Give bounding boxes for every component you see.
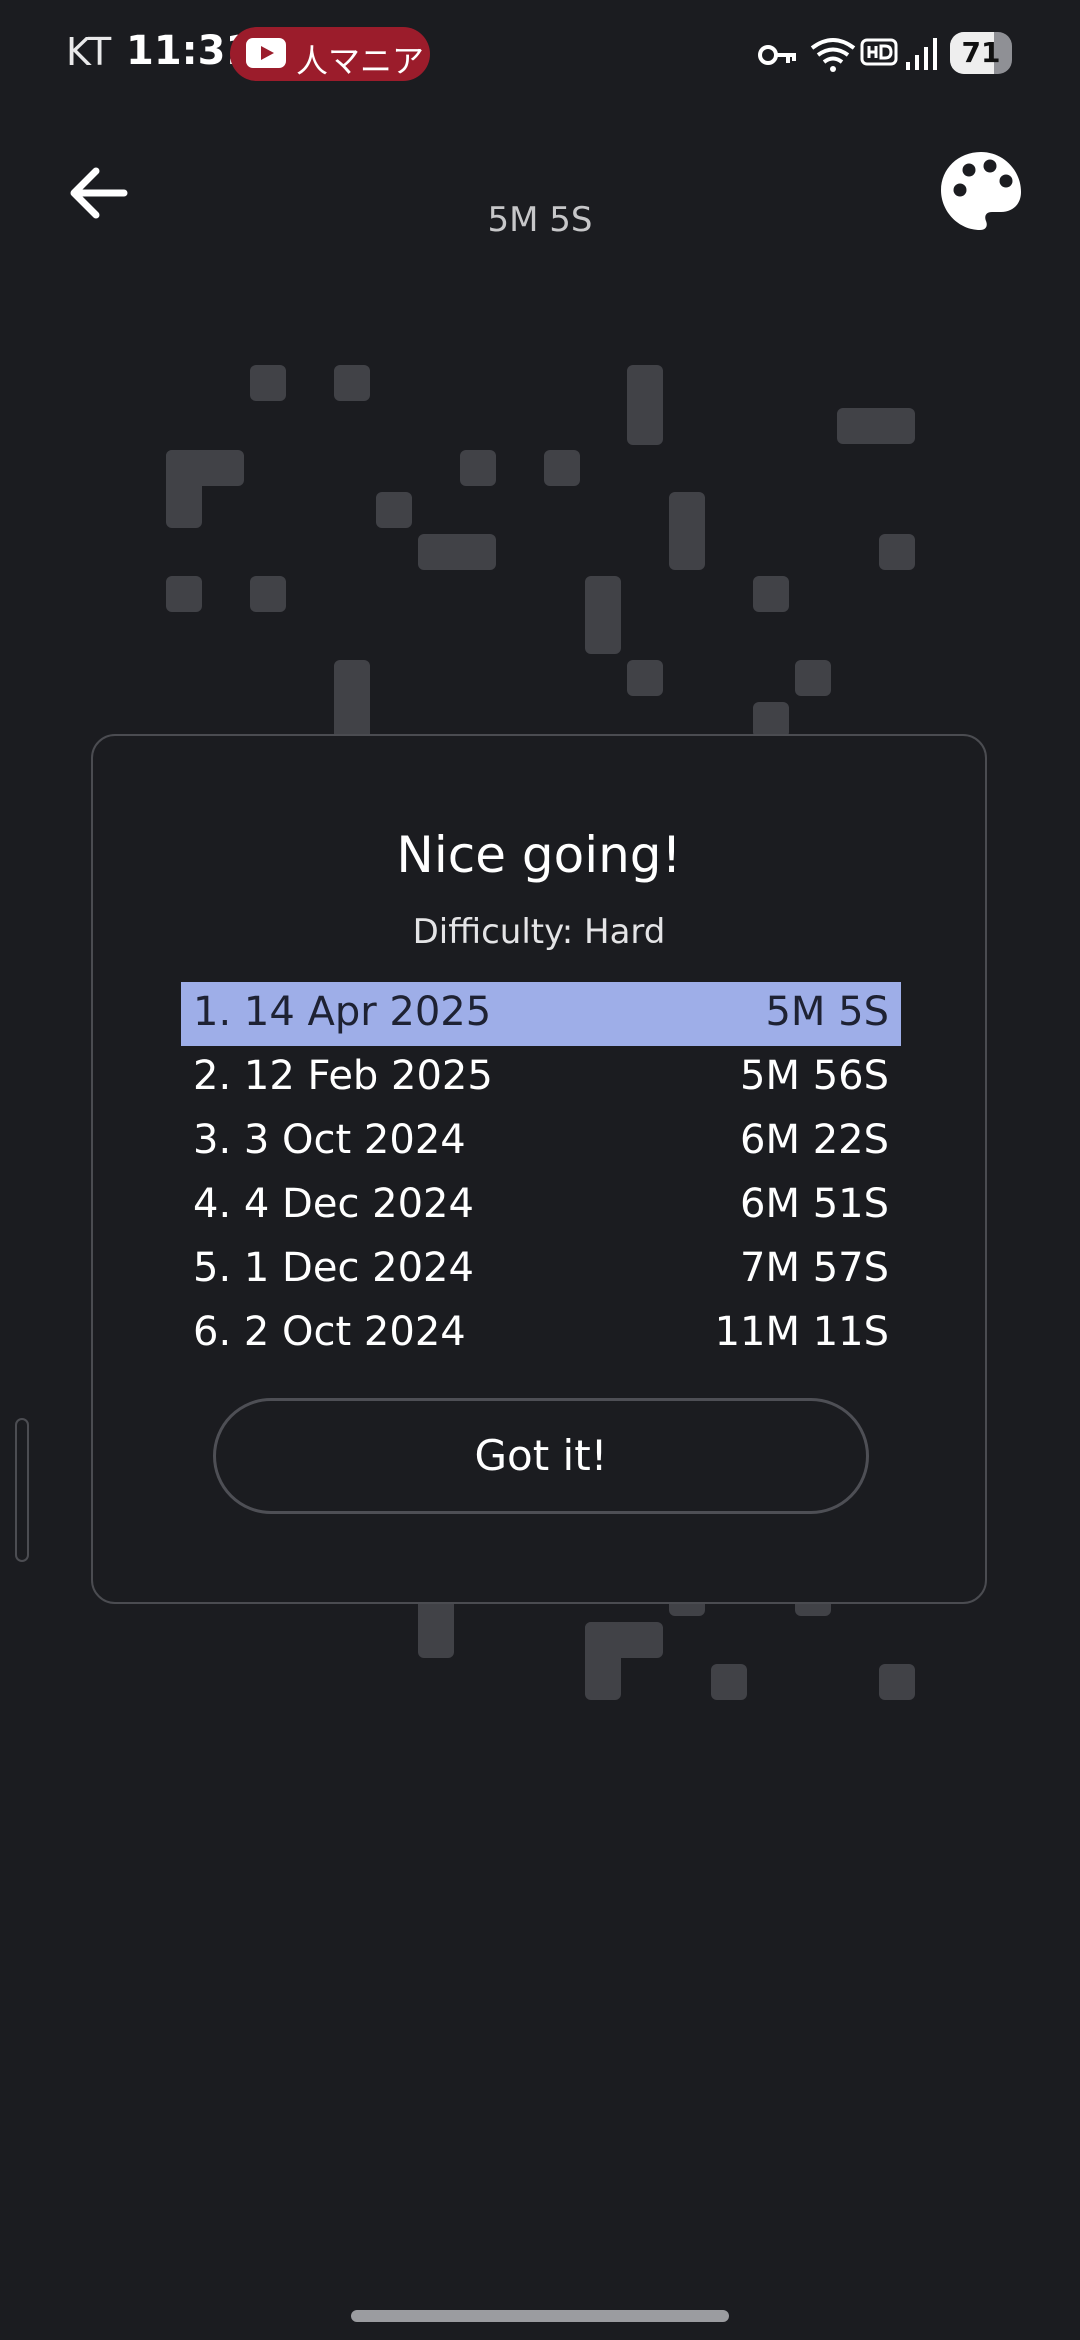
score-time: 7M 57S xyxy=(740,1245,889,1291)
score-time: 6M 51S xyxy=(740,1181,889,1227)
score-time: 6M 22S xyxy=(740,1117,889,1163)
board-cell[interactable] xyxy=(753,702,789,738)
board-cell[interactable] xyxy=(418,534,496,570)
completion-dialog: Nice going! Difficulty: Hard 1. 14 Apr 2… xyxy=(91,734,987,1604)
board-cell[interactable] xyxy=(795,660,831,696)
board-cell[interactable] xyxy=(627,365,663,445)
board-cell[interactable] xyxy=(166,450,202,528)
board-cell[interactable] xyxy=(166,576,202,612)
score-row-current: 1. 14 Apr 2025 5M 5S xyxy=(181,982,901,1046)
score-time: 5M 5S xyxy=(765,989,889,1035)
score-row: 4. 4 Dec 2024 6M 51S xyxy=(181,1174,901,1238)
board-cell[interactable] xyxy=(585,576,621,654)
score-date: 2. 12 Feb 2025 xyxy=(193,1053,493,1099)
gesture-nav-handle[interactable] xyxy=(351,2310,729,2322)
board-cell[interactable] xyxy=(334,660,370,740)
score-row: 5. 1 Dec 2024 7M 57S xyxy=(181,1238,901,1302)
board-cell[interactable] xyxy=(334,365,370,401)
board-cell[interactable] xyxy=(837,408,915,444)
board-cell[interactable] xyxy=(250,576,286,612)
score-date: 1. 14 Apr 2025 xyxy=(193,989,492,1035)
dialog-title: Nice going! xyxy=(396,826,682,884)
score-date: 4. 4 Dec 2024 xyxy=(193,1181,474,1227)
edge-panel-handle[interactable] xyxy=(15,1418,29,1562)
board-cell[interactable] xyxy=(250,365,286,401)
board-cell[interactable] xyxy=(585,1622,621,1700)
score-row: 6. 2 Oct 2024 11M 11S xyxy=(181,1302,901,1366)
board-cell[interactable] xyxy=(879,1664,915,1700)
score-time: 11M 11S xyxy=(714,1309,889,1355)
board-cell[interactable] xyxy=(669,492,705,570)
best-times-list: 1. 14 Apr 2025 5M 5S 2. 12 Feb 2025 5M 5… xyxy=(181,982,901,1366)
board-cell[interactable] xyxy=(879,534,915,570)
board-cell[interactable] xyxy=(544,450,580,486)
score-date: 6. 2 Oct 2024 xyxy=(193,1309,466,1355)
score-date: 5. 1 Dec 2024 xyxy=(193,1245,474,1291)
board-cell[interactable] xyxy=(753,576,789,612)
board-cell[interactable] xyxy=(460,450,496,486)
score-row: 2. 12 Feb 2025 5M 56S xyxy=(181,1046,901,1110)
score-date: 3. 3 Oct 2024 xyxy=(193,1117,466,1163)
board-cell[interactable] xyxy=(711,1664,747,1700)
score-row: 3. 3 Oct 2024 6M 22S xyxy=(181,1110,901,1174)
score-time: 5M 56S xyxy=(740,1053,889,1099)
difficulty-label: Difficulty: Hard xyxy=(412,912,666,952)
got-it-button[interactable]: Got it! xyxy=(213,1398,869,1514)
board-cell[interactable] xyxy=(627,660,663,696)
board-cell[interactable] xyxy=(376,492,412,528)
